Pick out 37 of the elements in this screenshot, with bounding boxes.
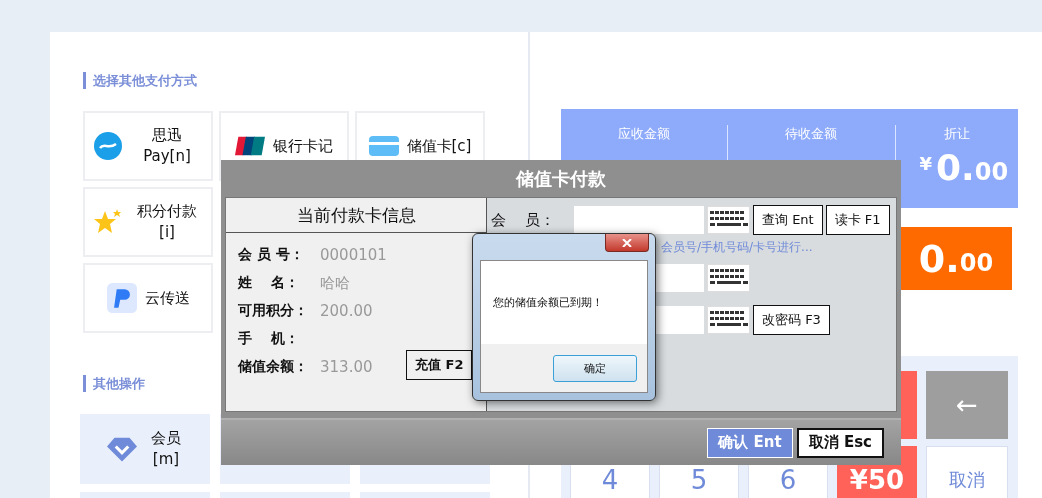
field-label: 会 员：	[491, 210, 557, 230]
summary-label: 待收金额	[785, 125, 838, 143]
field-label: 姓 名：	[238, 274, 301, 292]
read-card-button[interactable]: 读卡 F1	[825, 205, 890, 235]
recharge-button[interactable]: 充值 F2	[406, 350, 473, 380]
member-input-field[interactable]	[574, 206, 704, 234]
field-value: 哈哈	[320, 273, 350, 293]
summary-amount: $^{¥}$0.00	[919, 146, 1009, 190]
dialog-title: 储值卡付款	[514, 167, 607, 191]
field-label: 储值余额：	[238, 358, 309, 376]
keyboard-button[interactable]	[707, 306, 750, 334]
section-heading: 选择其他支付方式	[83, 72, 528, 89]
keyboard-button[interactable]	[707, 206, 750, 234]
info-title: 当前付款卡信息	[226, 198, 486, 233]
alert-message: 您的储值余额已到期！	[481, 261, 647, 344]
ok-button[interactable]: 确定	[553, 354, 637, 382]
summary-label: 折让	[943, 125, 970, 143]
query-button[interactable]: 查询 Ent	[753, 205, 823, 235]
field-label: 会 员 号：	[238, 246, 305, 264]
change-password-button[interactable]: 改密码 F3	[753, 305, 830, 335]
close-button[interactable]	[605, 234, 649, 252]
hint-text: 会员号/手机号码/卡号进行...	[661, 240, 813, 254]
field-label: 手 机：	[238, 330, 301, 348]
cancel-button[interactable]: 取消 Esc	[796, 427, 884, 458]
field-value: 200.00	[320, 302, 373, 320]
close-icon	[622, 238, 632, 247]
keyboard-button[interactable]	[707, 264, 750, 292]
field-value: 0000101	[320, 246, 387, 264]
p-logo-icon	[106, 283, 137, 313]
member-button[interactable]: 会员[m]	[80, 414, 210, 484]
change-amount: 0.00	[900, 227, 1012, 290]
payment-method-button[interactable]: 积分付款[i]	[83, 187, 213, 257]
field-label: 可用积分：	[238, 302, 309, 320]
field-value: 313.00	[320, 358, 373, 376]
payment-method-button[interactable]: 思迅Pay[n]	[83, 111, 213, 181]
summary-label: 应收金额	[618, 125, 671, 143]
payment-method-button[interactable]: 云传送	[83, 263, 213, 333]
